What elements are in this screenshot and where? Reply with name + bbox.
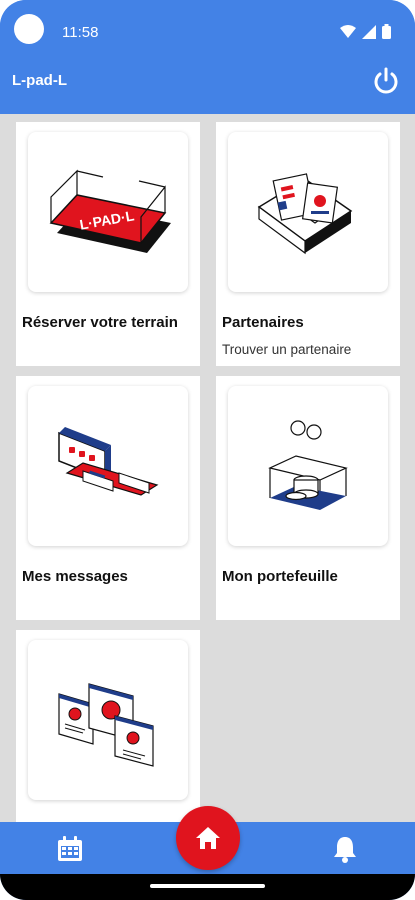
tile-partners[interactable]: Partenaires Trouver un partenaire	[216, 122, 400, 366]
power-icon[interactable]	[371, 66, 401, 96]
signal-icon	[362, 24, 376, 39]
calendar-icon[interactable]	[55, 834, 85, 864]
gesture-bar	[0, 874, 415, 900]
messages-illustration	[58, 427, 159, 496]
padel-court-illustration: L·PAD·L	[49, 169, 171, 253]
profiles-cards-illustration	[58, 683, 154, 767]
wifi-icon	[340, 24, 356, 38]
tiles-grid: L·PAD·L Réserver votre terrain Partenair…	[0, 114, 415, 822]
camera-cutout	[14, 14, 44, 44]
tile-reserve-court[interactable]: L·PAD·L Réserver votre terrain	[16, 122, 200, 366]
status-bar: 11:58	[0, 0, 415, 62]
tile-reserve-court-title: Réserver votre terrain	[22, 314, 178, 331]
tile-wallet-image	[228, 386, 388, 546]
tile-partners-subtitle: Trouver un partenaire	[222, 342, 352, 357]
tile-partners-image	[228, 132, 388, 292]
wallet-coins-illustration	[268, 420, 348, 510]
home-button[interactable]	[176, 806, 240, 870]
tile-profiles[interactable]	[16, 630, 200, 822]
phone-screen: 11:58 L-pad-L L·PAD·L Réserver votre ter…	[0, 0, 415, 900]
battery-icon	[382, 24, 391, 39]
tile-wallet[interactable]: Mon portefeuille	[216, 376, 400, 620]
status-time: 11:58	[62, 24, 99, 41]
home-icon	[196, 827, 220, 849]
tile-messages[interactable]: Mes messages	[16, 376, 200, 620]
app-title: L-pad-L	[12, 72, 67, 89]
partners-folder-illustration	[257, 173, 353, 255]
app-bar: L-pad-L	[0, 62, 415, 114]
tile-reserve-court-image: L·PAD·L	[28, 132, 188, 292]
tile-partners-title: Partenaires	[222, 314, 304, 331]
gesture-pill[interactable]	[150, 884, 265, 888]
bell-icon[interactable]	[330, 834, 360, 864]
tile-wallet-title: Mon portefeuille	[222, 568, 338, 585]
tile-messages-image	[28, 386, 188, 546]
system-icons	[340, 24, 391, 39]
tile-messages-title: Mes messages	[22, 568, 128, 585]
tile-profiles-image	[28, 640, 188, 800]
